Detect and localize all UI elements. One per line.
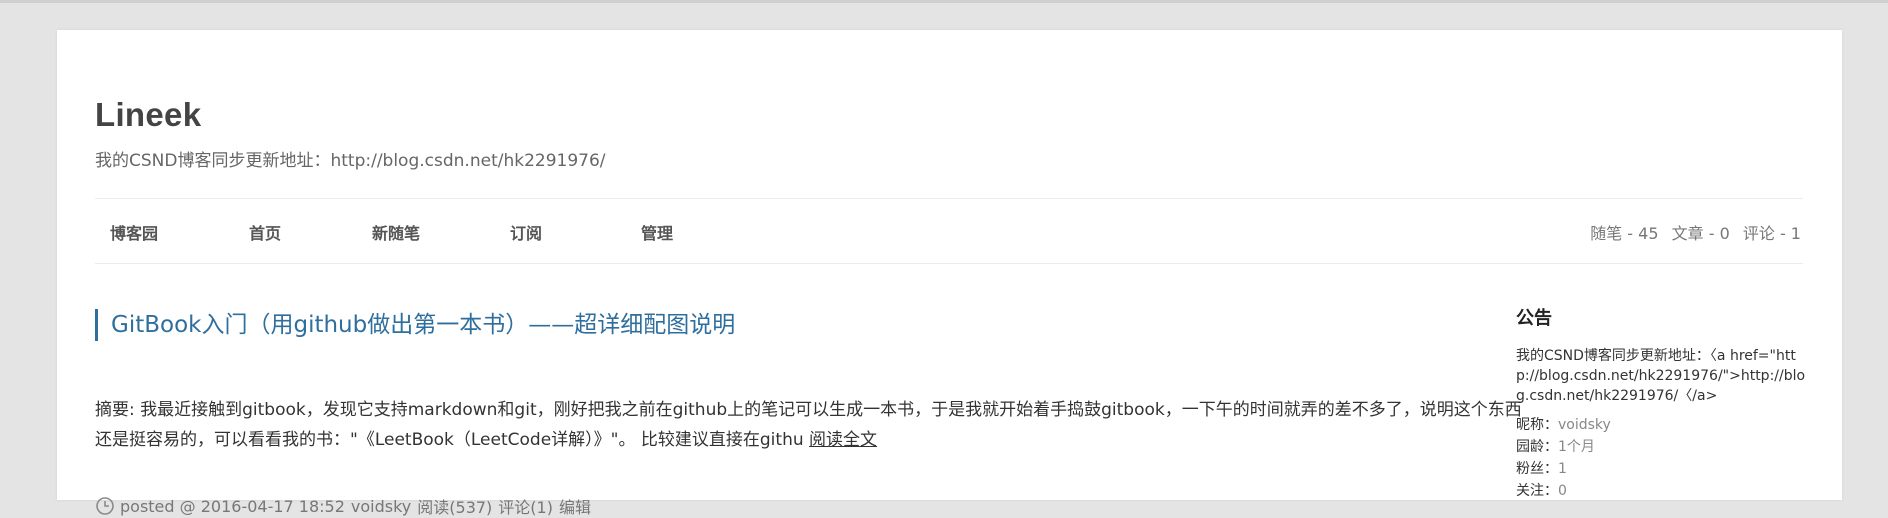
profile-age: 园龄：1个月 xyxy=(1516,436,1806,458)
nav-bar: 博客园 首页 新随笔 订阅 管理 随笔 - 45 文章 - 0 评论 - 1 xyxy=(95,198,1803,264)
post-reads-link[interactable]: 阅读(537) xyxy=(417,494,492,518)
profile-follow: 关注：0 xyxy=(1516,480,1806,502)
nav-item-new-post[interactable]: 新随笔 xyxy=(372,220,420,244)
sidebar: 公告 我的CSND博客同步更新地址：〈a href="http://blog.c… xyxy=(1516,304,1806,502)
age-label: 园龄： xyxy=(1516,439,1558,455)
nav-item-subscribe[interactable]: 订阅 xyxy=(510,220,542,244)
post-author-link[interactable]: voidsky xyxy=(351,497,411,516)
fans-link[interactable]: 1 xyxy=(1558,461,1567,477)
stat-articles: 文章 - 0 xyxy=(1671,224,1730,243)
post-title-link[interactable]: GitBook入门（用github做出第一本书）——超详细配图说明 xyxy=(95,309,735,341)
clock-icon xyxy=(96,497,114,515)
age-link[interactable]: 1个月 xyxy=(1558,439,1595,455)
blog-page: Lineek 我的CSND博客同步更新地址：http://blog.csdn.n… xyxy=(57,30,1842,517)
site-title[interactable]: Lineek xyxy=(95,96,201,134)
post-comments-link[interactable]: 评论(1) xyxy=(498,494,553,518)
post-date: posted @ 2016-04-17 18:52 xyxy=(120,496,345,516)
nav-item-manage[interactable]: 管理 xyxy=(641,220,673,244)
sidebar-title: 公告 xyxy=(1516,308,1552,329)
profile-nickname: 昵称：voidsky xyxy=(1516,414,1806,436)
stat-posts: 随笔 - 45 xyxy=(1590,224,1659,243)
nav-item-cnblogs[interactable]: 博客园 xyxy=(110,220,158,244)
blog-stats: 随笔 - 45 文章 - 0 评论 - 1 xyxy=(1582,220,1801,244)
nav-item-home[interactable]: 首页 xyxy=(249,220,281,244)
stat-comments: 评论 - 1 xyxy=(1742,224,1801,243)
post-summary: 摘要: 我最近接触到gitbook，发现它支持markdown和git，刚好把我… xyxy=(95,395,1535,455)
profile-fans: 粉丝：1 xyxy=(1516,458,1806,480)
site-subtitle: 我的CSND博客同步更新地址：http://blog.csdn.net/hk22… xyxy=(95,151,606,171)
sidebar-notice: 我的CSND博客同步更新地址：〈a href="http://blog.csdn… xyxy=(1516,348,1806,404)
post-edit-link[interactable]: 编辑 xyxy=(559,494,591,518)
window-top-border xyxy=(0,0,1888,3)
fans-label: 粉丝： xyxy=(1516,461,1558,477)
follow-label: 关注： xyxy=(1516,483,1558,499)
read-more-link[interactable]: 阅读全文 xyxy=(809,430,877,450)
post-footer: posted @ 2016-04-17 18:52 voidsky 阅读(537… xyxy=(95,494,591,518)
nickname-label: 昵称： xyxy=(1516,417,1558,433)
nickname-link[interactable]: voidsky xyxy=(1558,417,1611,433)
follow-link[interactable]: 0 xyxy=(1558,483,1567,499)
